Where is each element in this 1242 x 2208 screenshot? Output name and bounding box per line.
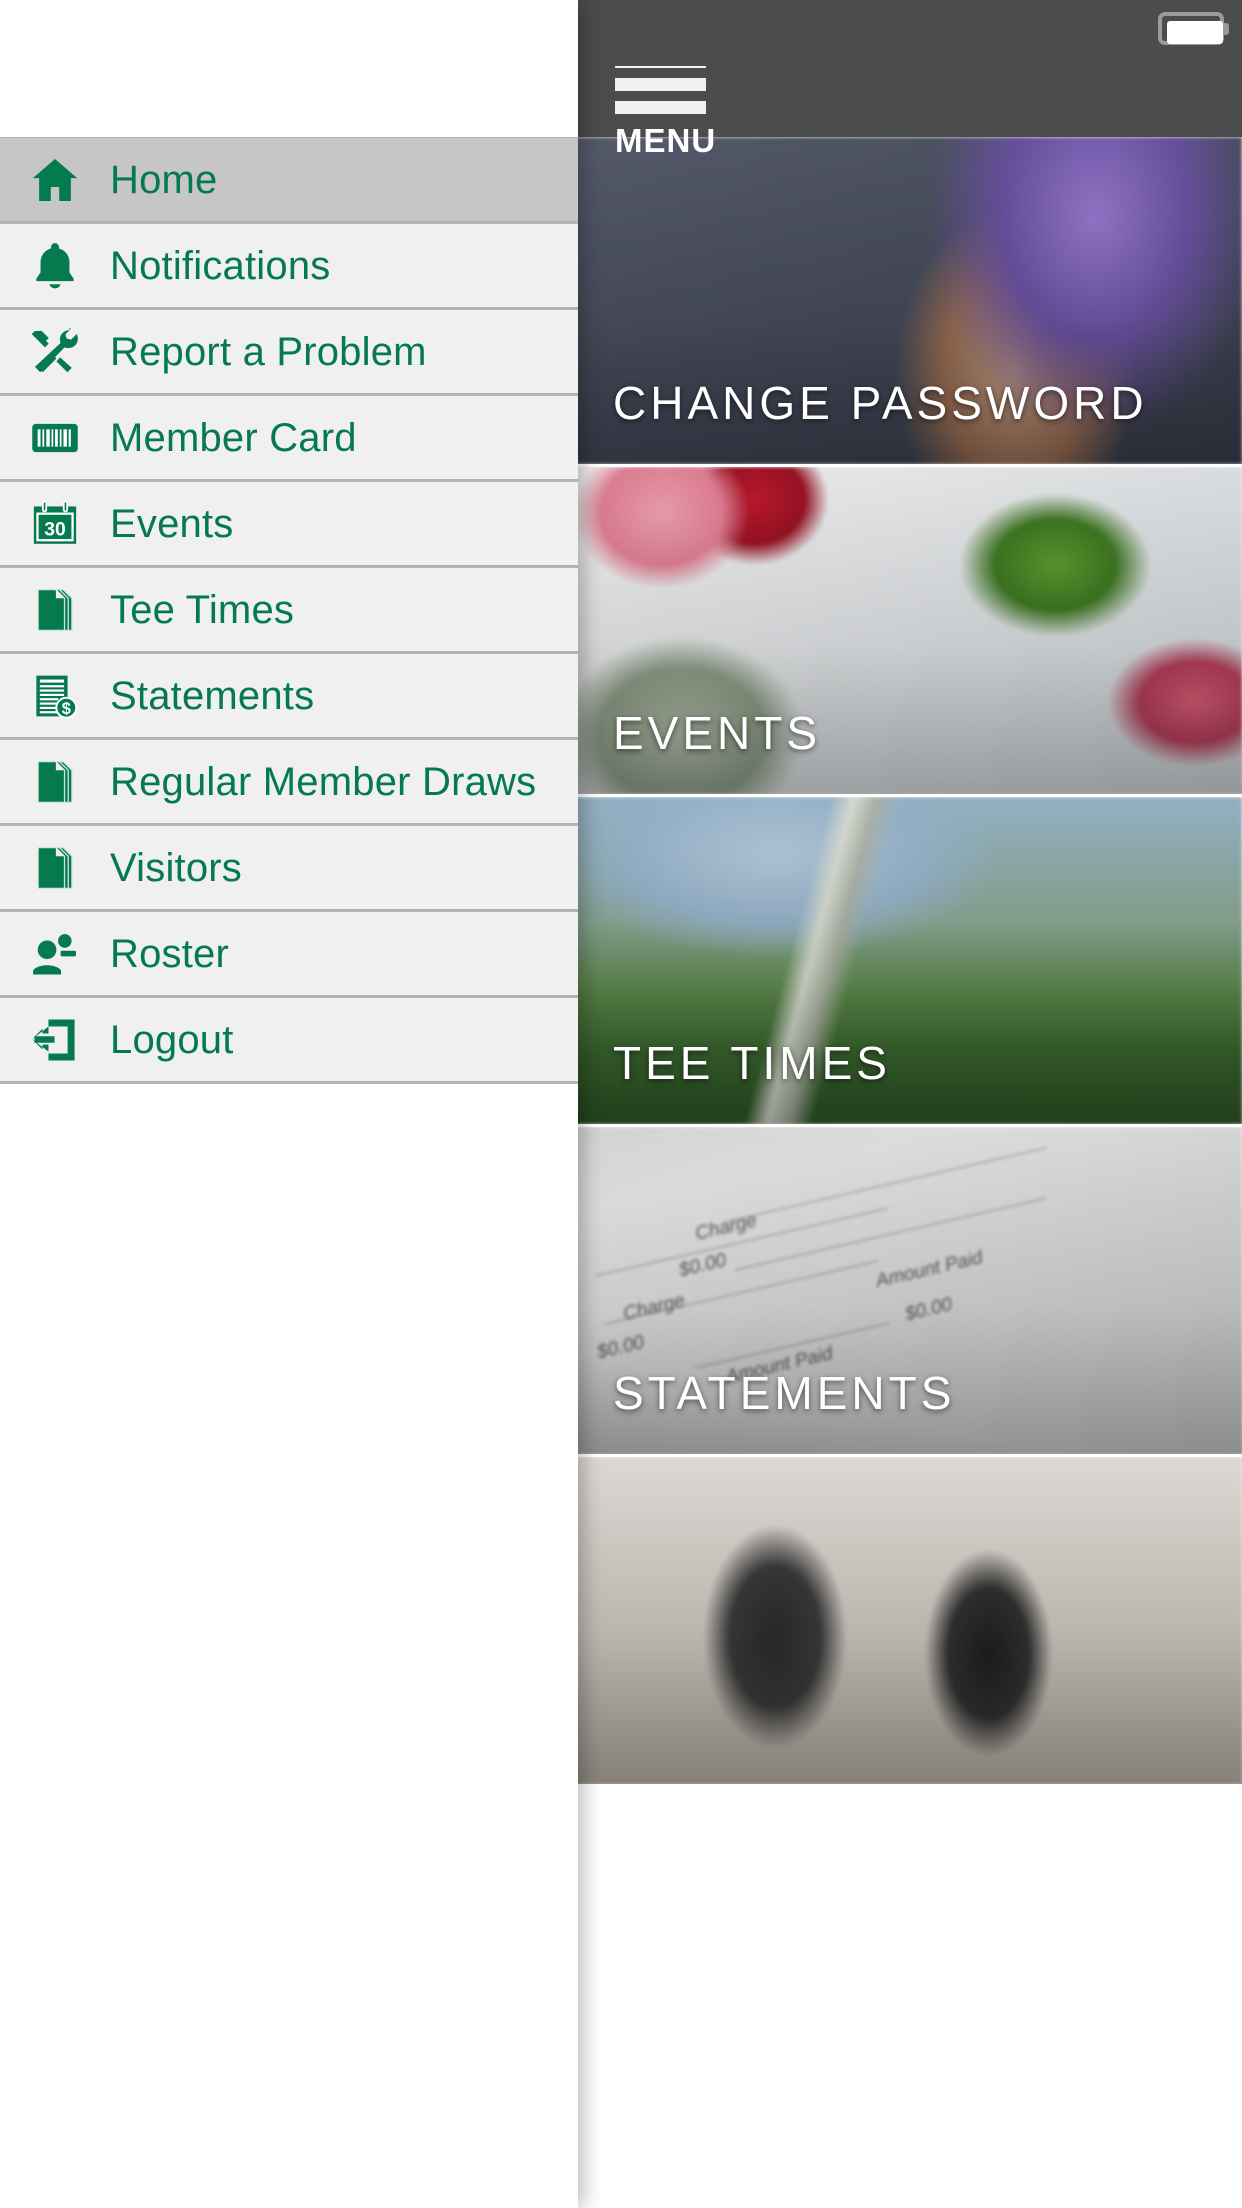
drawer-menu-list: Home Notifications Report a Problem Memb… xyxy=(0,137,578,1084)
app-content-panel: CHANGE PASSWORD EVENTS TEE TIMES STATEME… xyxy=(575,0,1242,2208)
people-icon xyxy=(0,926,110,982)
sidebar-item-label: Logout xyxy=(110,1017,234,1062)
sidebar-item-visitors[interactable]: Visitors xyxy=(0,826,578,912)
battery-cap xyxy=(1223,23,1229,35)
sidebar-item-member-card[interactable]: Member Card xyxy=(0,396,578,482)
document-icon xyxy=(0,756,110,808)
drawer-header xyxy=(0,0,578,137)
tile-label-change-password: CHANGE PASSWORD xyxy=(613,377,1148,429)
hamburger-menu-button[interactable]: MENU xyxy=(615,55,717,159)
sidebar-item-label: Roster xyxy=(110,931,230,976)
document-icon xyxy=(0,584,110,636)
tile-change-password[interactable]: CHANGE PASSWORD xyxy=(575,137,1242,467)
sidebar-item-label: Visitors xyxy=(110,845,243,890)
battery-fill xyxy=(1167,21,1223,44)
barcode-icon xyxy=(0,412,110,464)
sidebar-item-statements[interactable]: $ Statements xyxy=(0,654,578,740)
hamburger-bar xyxy=(615,101,706,114)
sidebar-item-label: Notifications xyxy=(110,243,331,288)
sidebar-item-report-a-problem[interactable]: Report a Problem xyxy=(0,310,578,396)
drawer-empty-space xyxy=(0,1084,578,2204)
hamburger-bar xyxy=(615,78,706,91)
sidebar-item-notifications[interactable]: Notifications xyxy=(0,224,578,310)
sidebar-item-tee-times[interactable]: Tee Times xyxy=(0,568,578,654)
battery-full-icon xyxy=(1158,12,1229,45)
tile-events[interactable]: EVENTS xyxy=(575,467,1242,797)
sidebar-item-label: Home xyxy=(110,157,218,202)
navigation-drawer: Home Notifications Report a Problem Memb… xyxy=(0,0,578,2208)
logout-icon xyxy=(0,1012,110,1068)
home-tile-list: CHANGE PASSWORD EVENTS TEE TIMES STATEME… xyxy=(575,137,1242,2208)
sidebar-item-label: Events xyxy=(110,501,234,546)
sidebar-item-label: Member Card xyxy=(110,415,357,460)
sidebar-item-label: Tee Times xyxy=(110,587,295,632)
sidebar-item-label: Regular Member Draws xyxy=(110,759,537,804)
battery-body xyxy=(1158,12,1224,45)
tile-label-statements: STATEMENTS xyxy=(613,1367,956,1419)
sidebar-item-logout[interactable]: Logout xyxy=(0,998,578,1084)
sidebar-item-roster[interactable]: Roster xyxy=(0,912,578,998)
home-icon xyxy=(0,152,110,208)
tile-next[interactable] xyxy=(575,1457,1242,1787)
sidebar-item-regular-member-draws[interactable]: Regular Member Draws xyxy=(0,740,578,826)
tile-overlay xyxy=(575,1457,1242,1784)
tile-tee-times[interactable]: TEE TIMES xyxy=(575,797,1242,1127)
tile-statements[interactable]: Charge $0.00 Amount Paid Charge $0.00 Am… xyxy=(575,1127,1242,1457)
svg-text:30: 30 xyxy=(44,518,66,540)
tile-label-events: EVENTS xyxy=(613,707,822,759)
invoice-dollar-icon: $ xyxy=(0,670,110,722)
calendar-30-icon: 30 xyxy=(0,497,110,551)
sidebar-item-label: Report a Problem xyxy=(110,329,427,374)
sidebar-item-label: Statements xyxy=(110,673,315,718)
sidebar-item-home[interactable]: Home xyxy=(0,138,578,224)
sidebar-item-events[interactable]: 30 Events xyxy=(0,482,578,568)
status-bar xyxy=(575,0,1242,66)
document-icon xyxy=(0,842,110,894)
svg-text:$: $ xyxy=(62,700,71,718)
menu-label: MENU xyxy=(615,122,717,159)
app-root: CHANGE PASSWORD EVENTS TEE TIMES STATEME… xyxy=(0,0,1242,2208)
tile-label-tee-times: TEE TIMES xyxy=(613,1037,891,1089)
bell-icon xyxy=(0,238,110,294)
tools-icon xyxy=(0,324,110,380)
